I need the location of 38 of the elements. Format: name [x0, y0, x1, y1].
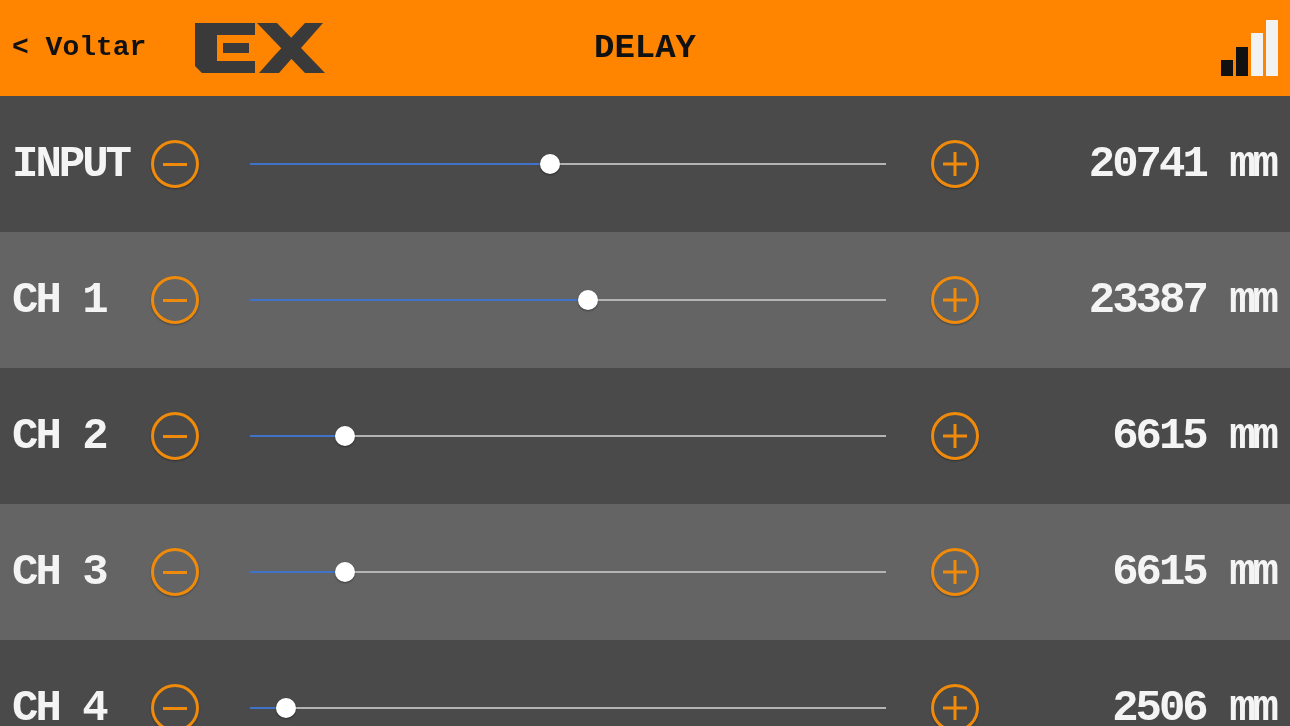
decrease-button[interactable] [151, 548, 199, 596]
increase-button[interactable] [931, 140, 979, 188]
increase-button[interactable] [931, 276, 979, 324]
plus-icon [943, 288, 967, 312]
slider-thumb[interactable] [335, 562, 356, 582]
channel-label: CH 4 [12, 690, 108, 726]
delay-value: 23387 mm [1088, 282, 1276, 318]
channel-label: CH 1 [12, 282, 108, 318]
minus-icon [163, 706, 187, 710]
delay-value: 6615 mm [1112, 554, 1276, 590]
decrease-button[interactable] [151, 412, 199, 460]
decrease-button[interactable] [151, 140, 199, 188]
back-button[interactable]: < Voltar [12, 32, 147, 64]
slider-thumb[interactable] [276, 698, 297, 718]
channel-label: CH 2 [12, 418, 107, 454]
delay-value: 6615 mm [1112, 418, 1276, 454]
channel-label: INPUT [12, 146, 131, 182]
plus-icon [943, 560, 967, 584]
increase-button[interactable] [931, 684, 979, 726]
minus-icon [163, 434, 187, 438]
slider-thumb[interactable] [539, 154, 560, 174]
minus-icon [163, 162, 187, 166]
increase-button[interactable] [931, 412, 979, 460]
plus-icon [943, 424, 967, 448]
delay-value: 20741 mm [1088, 146, 1276, 182]
minus-icon [163, 298, 187, 302]
decrease-button[interactable] [151, 684, 199, 726]
signal-icon [1221, 20, 1278, 76]
slider-thumb[interactable] [578, 290, 599, 310]
decrease-button[interactable] [151, 276, 199, 324]
slider-thumb[interactable] [335, 426, 356, 446]
minus-icon [163, 570, 187, 574]
delay-value: 2506 mm [1112, 690, 1276, 726]
plus-icon [943, 696, 967, 720]
plus-icon [943, 152, 967, 176]
increase-button[interactable] [931, 548, 979, 596]
page-title: DELAY [594, 28, 696, 68]
channel-label: CH 3 [12, 554, 108, 590]
